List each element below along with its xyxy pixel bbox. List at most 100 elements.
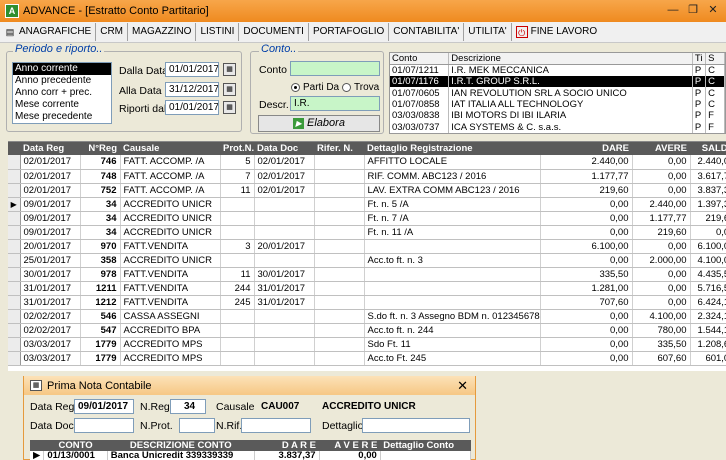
grid-row[interactable]: 02/01/2017 752 FATT. ACCOMP. /A 11 02/01/201… xyxy=(8,183,726,198)
conti-row[interactable]: 01/07/1176 I.R.T. GROUP S.R.L. P C xyxy=(390,76,725,88)
grid-row[interactable]: 02/01/2017 748 FATT. ACCOMP. /A 7 02/01/2017… xyxy=(8,169,726,184)
dalla-data-input[interactable]: 01/01/2017 xyxy=(165,62,219,77)
menu-item-portafoglio[interactable]: PORTAFOGLIO xyxy=(309,23,390,41)
grid-cell: ACCREDITO UNICR xyxy=(120,253,221,268)
menu-item-fine-lavoro[interactable]: ⏻ FINE LAVORO xyxy=(512,23,602,41)
pn-cell: Banca Unicredit 339339339 xyxy=(107,451,255,460)
data-doc-input[interactable] xyxy=(74,418,134,433)
pn-header[interactable]: D A R E xyxy=(254,440,320,451)
grid-row[interactable]: 30/01/2017 978 FATT.VENDITA 11 30/01/2017 335… xyxy=(8,267,726,282)
descr-input[interactable]: I.R. xyxy=(290,96,380,111)
calendar-icon[interactable]: ▦ xyxy=(223,83,236,96)
period-option[interactable]: Anno corrente xyxy=(13,63,111,75)
grid-header[interactable]: Rifer. N. xyxy=(314,142,364,155)
grid-cell: 358 xyxy=(80,253,121,268)
conto-input[interactable] xyxy=(290,61,380,76)
grid-row[interactable]: 03/03/2017 1779 ACCREDITO MPS Acc.to Ft. 24… xyxy=(8,351,726,366)
alla-data-input[interactable]: 31/12/2017 xyxy=(165,82,219,97)
grid-header[interactable]: Data Doc xyxy=(254,142,314,155)
menu-item-contabilita[interactable]: CONTABILITA' xyxy=(389,23,465,41)
conti-header[interactable]: Conto xyxy=(390,53,450,65)
riporti-dal-input[interactable]: 01/01/2017 xyxy=(165,100,219,115)
close-icon[interactable]: ✕ xyxy=(457,378,468,394)
grid-header[interactable]: DARE xyxy=(540,142,632,155)
grid-row[interactable]: 09/01/2017 34 ACCREDITO UNICR Ft. n. 11 /A 0… xyxy=(8,225,726,240)
dettaglio-input[interactable] xyxy=(362,418,470,433)
movimenti-grid[interactable]: Data Reg N°Reg Causale Prot.N. Data Doc Rifer… xyxy=(8,141,726,371)
conti-header[interactable]: Descrizione xyxy=(448,53,693,65)
grid-cell: 0,00 xyxy=(540,323,633,338)
period-option[interactable]: Anno precedente xyxy=(13,75,111,87)
grid-cell: 0,00 xyxy=(632,281,691,296)
period-option[interactable]: Mese precedente xyxy=(13,111,111,123)
conti-row[interactable]: 03/03/0737 ICA SYSTEMS & C. s.a.s. P F xyxy=(390,121,725,133)
grid-cell: 11 xyxy=(220,267,255,282)
conti-row[interactable]: 03/03/0838 IBI MOTORS DI IBI ILARIA P F xyxy=(390,110,725,122)
grid-header[interactable]: Dettaglio Registrazione xyxy=(364,142,540,155)
menu-item-utilita[interactable]: UTILITA' xyxy=(464,23,512,41)
grid-row[interactable]: 25/01/2017 358 ACCREDITO UNICR Acc.to ft. n… xyxy=(8,253,726,268)
conti-row[interactable]: 01/07/1211 I.R. MEK MECCANICA P C xyxy=(390,64,725,76)
radio-parti-da[interactable]: Parti Da xyxy=(291,82,339,93)
minimize-button[interactable]: — xyxy=(664,3,682,19)
period-option[interactable]: Anno corr + prec. xyxy=(13,87,111,99)
grid-cell: 245 xyxy=(220,295,255,310)
grid-header[interactable]: Prot.N. xyxy=(220,142,254,155)
menu-item-crm[interactable]: CRM xyxy=(96,23,129,41)
prima-nota-grid[interactable]: CONTO DESCRIZIONE CONTO D A R EA V E R E De… xyxy=(30,440,471,460)
grid-row[interactable]: 20/01/2017 970 FATT.VENDITA 3 20/01/2017 6.10… xyxy=(8,239,726,254)
conti-row[interactable]: 01/07/0605 IAN REVOLUTION SRL A SOCIO UNI… xyxy=(390,87,725,99)
grid-row[interactable]: 03/03/2017 1779 ACCREDITO MPS Sdo Ft. 11 0,0… xyxy=(8,337,726,352)
pn-header[interactable]: DESCRIZIONE CONTO xyxy=(107,440,255,451)
grid-header[interactable]: Causale xyxy=(120,142,220,155)
menu-item-anagrafiche[interactable]: ▤ ANAGRAFICHE xyxy=(0,23,97,41)
pn-header[interactable]: A V E R E xyxy=(319,440,381,451)
conti-cell: ICA SYSTEMS & C. s.a.s. xyxy=(448,121,693,133)
grid-header[interactable]: SALDO xyxy=(690,142,726,155)
grid-cell: AFFITTO LOCALE xyxy=(364,155,541,170)
radio-trova[interactable]: Trova xyxy=(342,82,379,93)
pn-row[interactable]: ▶ 01/13/0001 Banca Unicredit 339339339 3.83… xyxy=(30,451,471,460)
conti-row[interactable]: 01/07/0858 IAT ITALIA ALL TECHNOLOGY P C xyxy=(390,98,725,111)
menu-item-documenti[interactable]: DOCUMENTI xyxy=(239,23,309,41)
grid-row[interactable]: ▶ 09/01/2017 34 ACCREDITO UNICR Ft. n. 5 /A 0… xyxy=(8,197,726,212)
grid-header[interactable]: N°Reg xyxy=(80,142,120,155)
menu-item-listini[interactable]: LISTINI xyxy=(196,23,240,41)
calendar-icon[interactable]: ▦ xyxy=(223,63,236,76)
grid-row[interactable]: 02/02/2017 547 ACCREDITO BPA Acc.to ft. n. … xyxy=(8,323,726,338)
period-list[interactable]: Anno corrente Anno precedente Anno corr + … xyxy=(12,62,112,124)
grid-cell xyxy=(220,211,255,226)
grid-cell: 1212 xyxy=(80,295,121,310)
calendar-icon[interactable]: ▦ xyxy=(223,101,236,114)
elabora-button[interactable]: ▶ Elabora xyxy=(258,115,380,132)
grid-row[interactable]: 31/01/2017 1212 FATT.VENDITA 245 31/01/2017 7… xyxy=(8,295,726,310)
grid-row[interactable]: 02/01/2017 746 FATT. ACCOMP. /A 5 02/01/2017… xyxy=(8,155,726,170)
conti-header[interactable]: Ti xyxy=(692,53,707,65)
grid-cell: 1.281,00 xyxy=(540,281,633,296)
n-rif-input[interactable] xyxy=(241,418,311,433)
grid-cell xyxy=(314,155,365,170)
conti-header[interactable]: S xyxy=(705,53,725,65)
menu-item-label: CRM xyxy=(100,26,124,37)
grid-row[interactable]: 09/01/2017 34 ACCREDITO UNICR Ft. n. 7 /A 0,… xyxy=(8,211,726,226)
data-reg-input[interactable]: 09/01/2017 xyxy=(74,399,134,414)
grid-cell: 547 xyxy=(80,323,121,338)
grid-row[interactable]: 02/02/2017 546 CASSA ASSEGNI S.do ft. n. 3 … xyxy=(8,309,726,324)
n-reg-input[interactable]: 34 xyxy=(170,399,206,414)
pn-header[interactable]: Dettaglio Conto xyxy=(380,440,471,451)
pn-header[interactable]: CONTO xyxy=(43,440,108,451)
grid-cell xyxy=(314,309,365,324)
period-option[interactable]: Mese corrente xyxy=(13,99,111,111)
n-prot-input[interactable] xyxy=(179,418,215,433)
conti-list[interactable]: Conto Descrizione Ti S 01/07/1211 I.R. MEK M… xyxy=(389,52,726,134)
grid-cell: 335,50 xyxy=(632,337,691,352)
grid-header[interactable]: Data Reg xyxy=(20,142,80,155)
grid-row[interactable]: 31/01/2017 1211 FATT.VENDITA 244 31/01/2017 1… xyxy=(8,281,726,296)
maximize-button[interactable]: ❐ xyxy=(684,3,702,19)
menu-item-magazzino[interactable]: MAGAZZINO xyxy=(128,23,197,41)
grid-cell xyxy=(314,197,365,212)
close-button[interactable]: ✕ xyxy=(704,3,722,19)
grid-cell: 3 xyxy=(220,239,255,254)
grid-header[interactable]: AVERE xyxy=(632,142,690,155)
grid-cell: 244 xyxy=(220,281,255,296)
